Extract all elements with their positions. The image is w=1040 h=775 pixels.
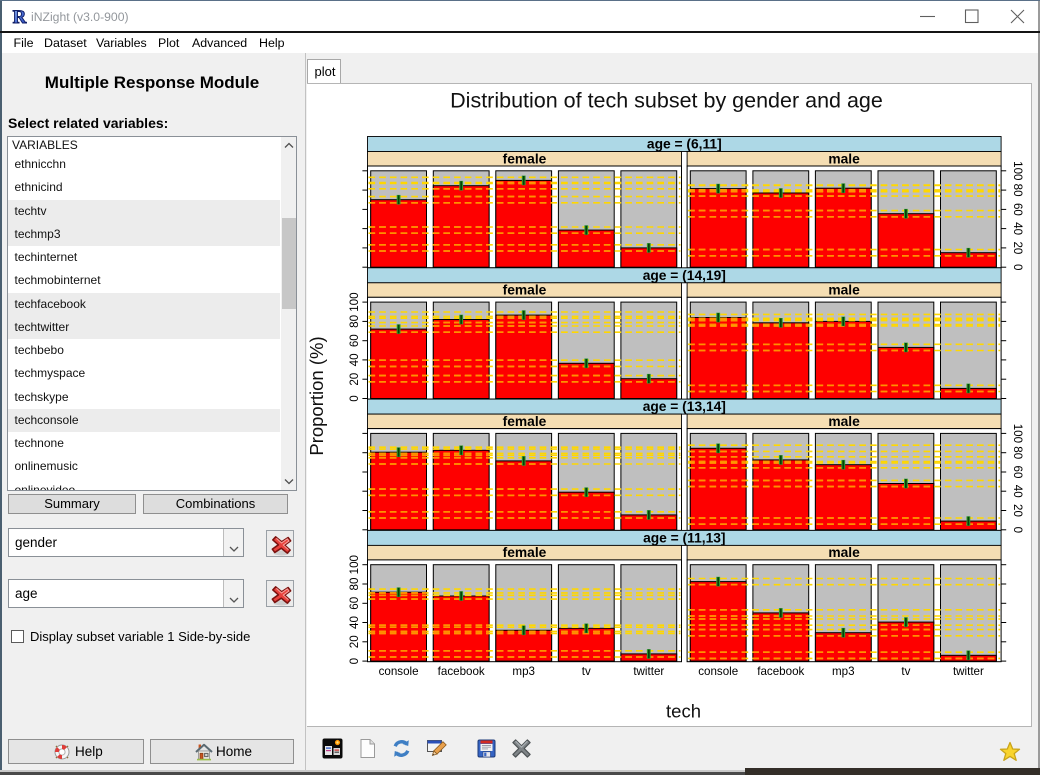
svg-text:twitter: twitter bbox=[633, 665, 664, 678]
svg-text:40: 40 bbox=[1011, 484, 1024, 497]
svg-text:age = (6,11]: age = (6,11] bbox=[646, 136, 721, 151]
svg-text:100: 100 bbox=[1011, 423, 1024, 442]
svg-text:twitter: twitter bbox=[952, 665, 983, 678]
svg-text:40: 40 bbox=[348, 616, 361, 629]
svg-text:console: console bbox=[378, 665, 418, 678]
svg-text:0: 0 bbox=[348, 657, 361, 663]
svg-text:Proportion (%): Proportion (%) bbox=[307, 336, 327, 455]
svg-text:0: 0 bbox=[1011, 526, 1024, 532]
svg-text:60: 60 bbox=[348, 596, 361, 609]
svg-text:age = (11,13]: age = (11,13] bbox=[643, 530, 725, 545]
svg-text:60: 60 bbox=[1011, 202, 1024, 215]
svg-text:60: 60 bbox=[1011, 465, 1024, 478]
svg-text:console: console bbox=[698, 665, 738, 678]
svg-text:20: 20 bbox=[348, 635, 361, 648]
svg-text:100: 100 bbox=[348, 555, 361, 574]
svg-text:100: 100 bbox=[1011, 161, 1024, 180]
svg-text:40: 40 bbox=[1011, 222, 1024, 235]
svg-text:100: 100 bbox=[348, 292, 361, 311]
svg-text:20: 20 bbox=[348, 372, 361, 385]
svg-text:Distribution of tech subset by: Distribution of tech subset by gender an… bbox=[450, 88, 883, 112]
svg-text:80: 80 bbox=[1011, 183, 1024, 196]
svg-text:60: 60 bbox=[348, 334, 361, 347]
svg-text:male: male bbox=[828, 545, 860, 560]
svg-text:male: male bbox=[828, 413, 860, 428]
svg-text:facebook: facebook bbox=[437, 665, 484, 678]
svg-text:80: 80 bbox=[348, 314, 361, 327]
svg-text:female: female bbox=[502, 545, 546, 560]
svg-text:0: 0 bbox=[348, 395, 361, 401]
svg-text:facebook: facebook bbox=[757, 665, 804, 678]
svg-text:male: male bbox=[828, 151, 860, 166]
svg-text:female: female bbox=[502, 151, 546, 166]
svg-text:mp3: mp3 bbox=[512, 665, 535, 678]
svg-text:0: 0 bbox=[1011, 263, 1024, 269]
svg-text:female: female bbox=[502, 413, 546, 428]
svg-text:20: 20 bbox=[1011, 241, 1024, 254]
svg-text:age = (13,14]: age = (13,14] bbox=[642, 399, 725, 414]
svg-text:R: R bbox=[13, 7, 27, 26]
svg-text:male: male bbox=[828, 282, 860, 297]
svg-text:female: female bbox=[502, 282, 546, 297]
svg-text:40: 40 bbox=[348, 353, 361, 366]
svg-text:age = (14,19]: age = (14,19] bbox=[642, 267, 725, 282]
svg-text:mp3: mp3 bbox=[832, 665, 855, 678]
svg-text:tv: tv bbox=[581, 665, 590, 678]
svg-text:80: 80 bbox=[348, 577, 361, 590]
svg-text:tech: tech bbox=[666, 700, 701, 721]
svg-text:20: 20 bbox=[1011, 504, 1024, 517]
svg-text:tv: tv bbox=[901, 665, 910, 678]
svg-text:80: 80 bbox=[1011, 446, 1024, 459]
